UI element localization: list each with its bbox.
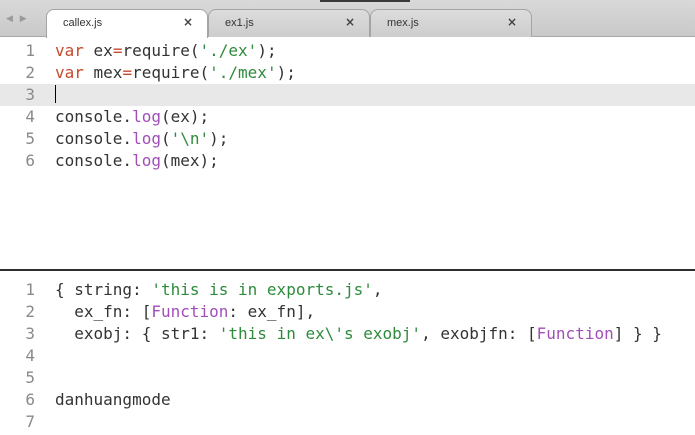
tab-ex1-js[interactable]: ex1.js × xyxy=(208,9,370,37)
code-token: log xyxy=(132,151,161,170)
code-token: var xyxy=(55,41,84,60)
line-code: ex_fn: [Function: ex_fn], xyxy=(55,301,315,323)
line-number: 3 xyxy=(25,85,35,104)
line-number: 5 xyxy=(25,129,35,148)
code-token: '\n' xyxy=(170,129,210,148)
line-code: var ex=require('./ex'); xyxy=(55,40,277,62)
window-edge-line xyxy=(320,0,410,2)
close-icon[interactable]: × xyxy=(507,15,517,29)
tab-nav-arrows-icon[interactable]: ◀ ▶ xyxy=(6,14,29,24)
line-number: 2 xyxy=(25,63,35,82)
code-token: exobj: { str1: xyxy=(55,324,219,343)
code-token: ( xyxy=(160,129,171,148)
tab-label: mex.js xyxy=(387,17,419,29)
output-line[interactable]: 3 exobj: { str1: 'this in ex\'s exobj', … xyxy=(0,323,695,345)
code-token: ex xyxy=(83,41,113,60)
output-line[interactable]: 1 { string: 'this is in exports.js', xyxy=(0,279,695,301)
line-number: 2 xyxy=(25,302,35,321)
text-cursor xyxy=(55,85,56,103)
output-line[interactable]: 6 danhuangmode xyxy=(0,389,695,411)
pane-divider[interactable] xyxy=(0,269,695,279)
line-code: { string: 'this is in exports.js', xyxy=(55,279,383,301)
output-line[interactable]: 5 xyxy=(0,367,695,389)
editor-line[interactable]: 1 var ex=require('./ex'); xyxy=(0,40,695,62)
output-line[interactable]: 4 xyxy=(0,345,695,367)
code-token: log xyxy=(132,129,161,148)
code-token: log xyxy=(132,107,161,126)
output-line[interactable]: 7 xyxy=(0,411,695,433)
close-icon[interactable]: × xyxy=(345,15,355,29)
code-token: require( xyxy=(132,63,210,82)
code-token: 'this in ex\'s exobj' xyxy=(218,324,422,343)
line-number: 6 xyxy=(25,390,35,409)
code-token: './mex' xyxy=(209,63,277,82)
tab-bar: ◀ ▶ callex.js × ex1.js × mex.js × xyxy=(0,0,695,38)
editor-window: ◀ ▶ callex.js × ex1.js × mex.js × 1 var e… xyxy=(0,0,695,435)
code-token: ); xyxy=(209,129,229,148)
code-token: Function xyxy=(536,324,614,343)
editor-line[interactable]: 2 var mex=require('./mex'); xyxy=(0,62,695,84)
output-pane[interactable]: 1{ string: 'this is in exports.js', 2 ex_… xyxy=(0,279,695,435)
code-editor-pane[interactable]: 1 var ex=require('./ex'); 2 var mex=require… xyxy=(0,37,695,269)
code-token: console. xyxy=(55,129,133,148)
code-token: danhuangmode xyxy=(55,390,171,409)
output-line[interactable]: 2 ex_fn: [Function: ex_fn], xyxy=(0,301,695,323)
tab-callex-js[interactable]: callex.js × xyxy=(46,9,208,38)
line-number: 1 xyxy=(25,41,35,60)
editor-line[interactable]: 6 console.log(mex); xyxy=(0,150,695,172)
code-token: 'this is in exports.js' xyxy=(151,280,373,299)
line-number: 7 xyxy=(25,412,35,431)
code-token: , exobjfn: [ xyxy=(421,324,537,343)
code-token: : ex_fn], xyxy=(228,302,316,321)
line-code: var mex=require('./mex'); xyxy=(55,62,296,84)
code-token: require( xyxy=(122,41,200,60)
line-number: 1 xyxy=(25,280,35,299)
line-number: 4 xyxy=(25,346,35,365)
line-number: 4 xyxy=(25,107,35,126)
line-number: 5 xyxy=(25,368,35,387)
code-token: var xyxy=(55,63,84,82)
code-token: Function xyxy=(151,302,229,321)
editor-line[interactable]: 4 console.log(ex); xyxy=(0,106,695,128)
code-token: mex xyxy=(83,63,123,82)
line-code xyxy=(55,84,56,106)
tab-label: callex.js xyxy=(63,17,103,29)
code-token: , xyxy=(372,280,383,299)
code-token: ] } } xyxy=(613,324,662,343)
code-token: './ex' xyxy=(199,41,258,60)
code-token: = xyxy=(122,63,133,82)
code-token: { string: xyxy=(55,280,152,299)
line-code: exobj: { str1: 'this in ex\'s exobj', ex… xyxy=(55,323,662,345)
editor-line[interactable]: 3 xyxy=(0,84,695,106)
line-code: console.log('\n'); xyxy=(55,128,228,150)
code-token: ex_fn: [ xyxy=(55,302,152,321)
line-number: 3 xyxy=(25,324,35,343)
code-token: (mex); xyxy=(160,151,219,170)
code-token: (ex); xyxy=(160,107,210,126)
close-icon[interactable]: × xyxy=(183,15,193,29)
editor-line[interactable]: 5 console.log('\n'); xyxy=(0,128,695,150)
tab-label: ex1.js xyxy=(225,17,254,29)
code-token: ); xyxy=(257,41,277,60)
code-token: console. xyxy=(55,151,133,170)
line-code: console.log(ex); xyxy=(55,106,209,128)
code-token: = xyxy=(112,41,123,60)
tab-mex-js[interactable]: mex.js × xyxy=(370,9,532,37)
code-token: ); xyxy=(276,63,296,82)
line-number: 6 xyxy=(25,151,35,170)
line-code: danhuangmode xyxy=(55,389,171,411)
code-token: console. xyxy=(55,107,133,126)
line-code: console.log(mex); xyxy=(55,150,219,172)
